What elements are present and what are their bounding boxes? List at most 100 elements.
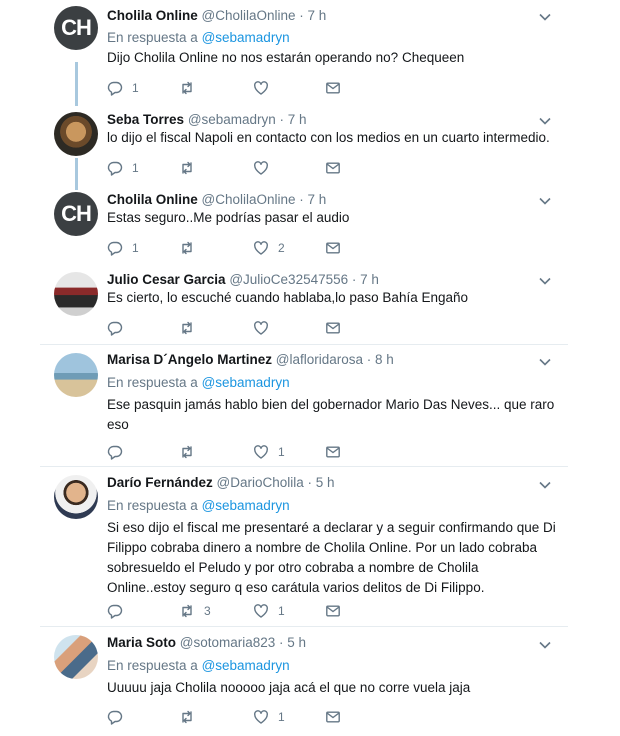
like-button[interactable]: 1 — [253, 603, 285, 619]
reply-button[interactable] — [107, 320, 132, 336]
like-button[interactable] — [253, 80, 278, 96]
avatar[interactable] — [54, 272, 98, 316]
reply-prefix: En respuesta a — [107, 658, 198, 673]
avatar[interactable]: CH — [54, 192, 98, 236]
retweet-button[interactable] — [179, 160, 204, 176]
reply-context: En respuesta a @sebamadryn — [107, 658, 290, 673]
retweet-count: 3 — [204, 604, 211, 618]
direct-message-button[interactable] — [325, 320, 341, 336]
tweet-text: Dijo Cholila Online no nos estarán opera… — [107, 50, 465, 65]
tweet-header: Darío Fernández @DarioCholila · 5 h — [107, 475, 335, 490]
author-name[interactable]: Julio Cesar Garcia — [107, 272, 226, 287]
reply-context: En respuesta a @sebamadryn — [107, 498, 290, 513]
heart-icon — [254, 81, 268, 95]
chevron-down-icon[interactable] — [538, 274, 552, 288]
reply-prefix: En respuesta a — [107, 30, 198, 45]
like-button[interactable]: 2 — [253, 240, 285, 256]
tweet-header: Cholila Online @CholilaOnline · 7 h — [107, 192, 326, 207]
tweet[interactable]: Seba Torres @sebamadryn · 7 h lo dijo el… — [40, 106, 568, 188]
tweet[interactable]: Julio Cesar Garcia @JulioCe32547556 · 7 … — [40, 266, 568, 344]
author-name[interactable]: Cholila Online — [107, 192, 198, 207]
retweet-button[interactable] — [179, 80, 204, 96]
envelope-icon — [326, 242, 340, 254]
tweet[interactable]: CH Cholila Online @CholilaOnline · 7 h E… — [40, 186, 568, 266]
author-meta[interactable]: @CholilaOnline · 7 h — [202, 8, 327, 23]
tweet-actions: 1 — [107, 160, 367, 178]
retweet-icon — [182, 604, 192, 618]
like-button[interactable] — [253, 320, 278, 336]
reply-count: 1 — [132, 81, 139, 95]
mention-link[interactable]: @sebamadryn — [202, 30, 290, 45]
envelope-icon — [326, 82, 340, 94]
avatar[interactable] — [54, 635, 98, 679]
reply-button[interactable] — [107, 603, 132, 619]
chevron-down-icon[interactable] — [538, 114, 552, 128]
like-button[interactable]: 1 — [253, 709, 285, 725]
author-name[interactable]: Seba Torres — [107, 112, 184, 127]
direct-message-button[interactable] — [325, 603, 341, 619]
mention-link[interactable]: @sebamadryn — [202, 658, 290, 673]
mention-link[interactable]: @sebamadryn — [202, 375, 290, 390]
author-name[interactable]: Maria Soto — [107, 635, 176, 650]
avatar[interactable] — [54, 112, 98, 156]
tweet[interactable]: Darío Fernández @DarioCholila · 5 h En r… — [40, 466, 568, 626]
tweet-actions: 1 — [107, 80, 367, 98]
avatar[interactable]: CH — [54, 6, 98, 50]
reply-icon — [107, 241, 123, 256]
reply-icon — [107, 321, 123, 336]
tweet[interactable]: CH Cholila Online @CholilaOnline · 7 h E… — [40, 0, 568, 104]
retweet-button[interactable]: 3 — [179, 603, 211, 619]
retweet-button[interactable] — [179, 240, 204, 256]
chevron-down-icon[interactable] — [538, 638, 552, 652]
reply-button[interactable]: 1 — [107, 240, 139, 256]
author-meta[interactable]: @CholilaOnline · 7 h — [202, 192, 327, 207]
reply-context: En respuesta a @sebamadryn — [107, 375, 290, 390]
direct-message-button[interactable] — [325, 709, 341, 725]
author-name[interactable]: Darío Fernández — [107, 475, 213, 490]
envelope-icon — [326, 162, 340, 174]
author-meta[interactable]: @DarioCholila · 5 h — [217, 475, 335, 490]
author-meta[interactable]: @sotomaria823 · 5 h — [180, 635, 306, 650]
avatar[interactable] — [54, 353, 98, 397]
chevron-down-icon[interactable] — [538, 194, 552, 208]
direct-message-button[interactable] — [325, 444, 341, 460]
envelope-icon — [326, 446, 340, 458]
reply-prefix: En respuesta a — [107, 498, 198, 513]
author-name[interactable]: Cholila Online — [107, 8, 198, 23]
author-name[interactable]: Marisa D´Angelo Martinez — [107, 352, 272, 367]
chevron-down-icon[interactable] — [538, 10, 552, 24]
envelope-icon — [326, 605, 340, 617]
retweet-button[interactable] — [179, 709, 204, 725]
reply-button[interactable] — [107, 709, 132, 725]
tweet-actions: 1 — [107, 444, 367, 462]
like-button[interactable]: 1 — [253, 444, 285, 460]
author-meta[interactable]: @JulioCe32547556 · 7 h — [229, 272, 379, 287]
author-meta[interactable]: @lafloridarosa · 8 h — [276, 352, 394, 367]
retweet-icon — [182, 321, 192, 335]
direct-message-button[interactable] — [325, 160, 341, 176]
reply-icon — [107, 81, 123, 96]
retweet-button[interactable] — [179, 444, 204, 460]
reply-icon — [107, 445, 123, 460]
tweet[interactable]: Maria Soto @sotomaria823 · 5 h En respue… — [40, 626, 568, 736]
like-count: 1 — [278, 445, 285, 459]
like-button[interactable] — [253, 160, 278, 176]
reply-icon — [107, 604, 123, 619]
retweet-icon — [182, 161, 192, 175]
like-count: 1 — [278, 710, 285, 724]
heart-icon — [254, 710, 268, 724]
author-meta[interactable]: @sebamadryn · 7 h — [188, 112, 307, 127]
tweet[interactable]: Marisa D´Angelo Martinez @lafloridarosa … — [40, 344, 568, 466]
reply-button[interactable]: 1 — [107, 80, 139, 96]
reply-button[interactable] — [107, 444, 132, 460]
direct-message-button[interactable] — [325, 240, 341, 256]
retweet-button[interactable] — [179, 320, 204, 336]
retweet-icon — [182, 241, 192, 255]
avatar[interactable] — [54, 475, 98, 519]
chevron-down-icon[interactable] — [538, 355, 552, 369]
chevron-down-icon[interactable] — [538, 478, 552, 492]
mention-link[interactable]: @sebamadryn — [202, 498, 290, 513]
heart-icon — [254, 445, 268, 459]
direct-message-button[interactable] — [325, 80, 341, 96]
reply-button[interactable]: 1 — [107, 160, 139, 176]
